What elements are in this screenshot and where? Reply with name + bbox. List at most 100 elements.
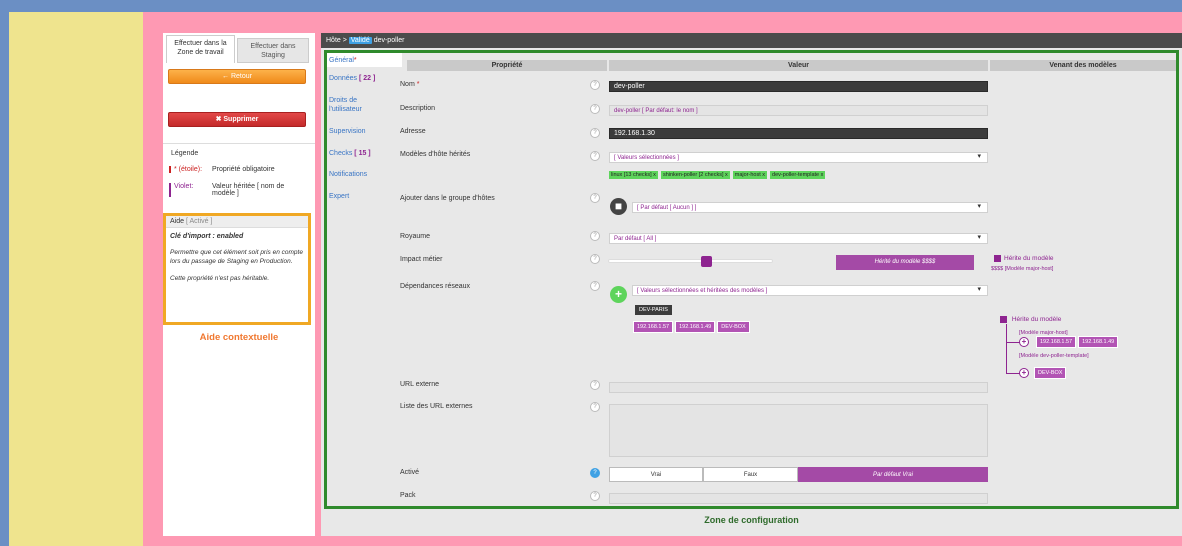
dependency-dark-tag[interactable]: DEV-PARIS: [635, 305, 672, 315]
groupe-select[interactable]: [ Par défaut [ Aucun ] ]: [632, 202, 988, 213]
legend-key: Violet:: [174, 183, 194, 190]
active-option-true[interactable]: Vrai: [609, 467, 703, 482]
legend-title: Légende: [171, 150, 199, 157]
left-panel: Effectuer dans la Zone de travail Effect…: [163, 33, 315, 536]
help-panel: Aide [ Activé ] Clé d'import : enabled P…: [163, 213, 311, 325]
dependency-tag[interactable]: 192.168.1.49: [675, 321, 716, 333]
help-icon[interactable]: ?: [590, 281, 600, 291]
impact-inherit-note: $$$$ [Modèle major-host]: [991, 266, 1054, 272]
label-dependances: Dépendances réseaux: [400, 283, 471, 290]
nav-item-notifications[interactable]: Notifications: [329, 170, 367, 179]
model-tag[interactable]: shinken-poller [2 checks] x: [660, 171, 730, 179]
status-badge: Validé: [348, 37, 372, 44]
label-pack: Pack: [400, 492, 416, 499]
main-panel: Hôte > Validé dev-poller Général* Donnée…: [321, 33, 1182, 536]
tab-workspace[interactable]: Effectuer dans la Zone de travail: [166, 35, 235, 63]
dependency-tag[interactable]: 192.168.1.57: [633, 321, 674, 333]
description-input[interactable]: dev-poller [ Par défaut: le nom ]: [609, 105, 988, 116]
dependency-tag[interactable]: 192.168.1.49: [1078, 336, 1119, 348]
help-icon[interactable]: ?: [590, 491, 600, 501]
nav-item-data[interactable]: Données [ 22 ]: [329, 74, 375, 83]
back-button[interactable]: ← Retour: [168, 69, 306, 84]
label-modeles: Modèles d'hôte hérités: [400, 151, 471, 158]
modeles-tags: linux [13 checks] x shinken-poller [2 che…: [609, 171, 828, 179]
tree-branch: [1006, 373, 1020, 374]
nav-item-general[interactable]: Général*: [327, 53, 402, 67]
help-icon[interactable]: ?: [590, 128, 600, 138]
adresse-input[interactable]: 192.168.1.30: [609, 128, 988, 139]
label-url: URL externe: [400, 381, 440, 388]
tree-inherit: Hérite du modèle: [1000, 316, 1140, 323]
help-text: Permettre que cet élément soit pris en c…: [170, 249, 303, 265]
breadcrumb-name: dev-poller: [373, 37, 405, 44]
nav-label: Données: [329, 75, 358, 82]
nav-count: [ 15 ]: [354, 150, 371, 157]
help-note: Cette propriété n'est pas héritable.: [170, 275, 270, 282]
dependency-tags: 192.168.1.57 192.168.1.49 DEV-BOX: [633, 321, 752, 333]
help-icon[interactable]: ?: [590, 231, 600, 241]
inherited-value-button[interactable]: Hérité du modèle $$$$: [836, 255, 974, 270]
add-icon[interactable]: +: [610, 286, 627, 303]
model-tag[interactable]: dev-poller-template x: [770, 171, 826, 179]
help-icon[interactable]: ?: [590, 254, 600, 264]
model-tag[interactable]: linux [13 checks] x: [609, 171, 658, 179]
help-state: [ Activé ]: [185, 218, 213, 225]
configuration-zone: Général* Données [ 22 ] Droits de l'util…: [324, 50, 1179, 509]
legend-value: Propriété obligatoire: [212, 166, 275, 173]
label-active: Activé: [400, 469, 420, 476]
help-icon[interactable]: ?: [590, 468, 600, 478]
nav-count: [ 22 ]: [358, 75, 376, 82]
royaume-select[interactable]: Par défaut [ All ]: [609, 233, 988, 244]
help-icon[interactable]: ?: [590, 193, 600, 203]
nav-item-supervision[interactable]: Supervision: [329, 127, 366, 136]
help-icon[interactable]: ?: [590, 402, 600, 412]
impact-inherit: Hérite du modèle: [994, 255, 1054, 262]
header-value: Valeur: [609, 60, 988, 71]
help-header: Aide [ Activé ]: [166, 216, 308, 228]
breadcrumb: Hôte > Validé dev-poller: [321, 33, 1182, 48]
pack-input[interactable]: [609, 493, 988, 504]
header-from-models: Venant des modèles: [990, 60, 1176, 71]
nav-item-expert[interactable]: Expert: [329, 192, 349, 201]
model-tag[interactable]: major-host x: [732, 171, 768, 179]
tab-staging[interactable]: Effectuer dans Staging: [237, 38, 309, 63]
url-input[interactable]: [609, 382, 988, 393]
label-impact: Impact métier: [400, 256, 443, 263]
active-option-default[interactable]: Par défaut Vrai: [798, 467, 988, 482]
dependency-tag[interactable]: 192.168.1.57: [1036, 336, 1077, 348]
inherit-checkbox[interactable]: [1000, 316, 1007, 323]
impact-slider[interactable]: [608, 256, 773, 267]
yellow-strip: [9, 12, 143, 546]
dependances-select[interactable]: [ Valeurs sélectionnées et héritées des …: [632, 285, 988, 296]
add-icon[interactable]: +: [1019, 368, 1029, 378]
add-icon[interactable]: +: [1019, 337, 1029, 347]
section-nav: Général* Données [ 22 ] Droits de l'util…: [327, 53, 402, 506]
delete-button[interactable]: ✖ Supprimer: [168, 112, 306, 127]
nom-input[interactable]: dev-poller: [609, 81, 988, 92]
header-property: Propriété: [407, 60, 607, 71]
action-tabs: Effectuer dans la Zone de travail Effect…: [163, 33, 315, 63]
help-icon[interactable]: ?: [590, 151, 600, 161]
inherit-checkbox[interactable]: [994, 255, 1001, 262]
help-icon[interactable]: ?: [590, 104, 600, 114]
dependency-tag[interactable]: DEV-BOX: [1034, 367, 1067, 379]
breadcrumb-prefix: Hôte >: [326, 37, 347, 44]
tree-line: [1006, 324, 1007, 374]
help-icon[interactable]: ?: [590, 380, 600, 390]
modeles-select[interactable]: [ Valeurs sélectionnées ]: [609, 152, 988, 163]
stop-icon[interactable]: ■: [610, 198, 627, 215]
url-list-textarea[interactable]: [609, 404, 988, 457]
tree-branch: [1006, 342, 1020, 343]
configuration-zone-label: Zone de configuration: [704, 515, 799, 525]
active-option-false[interactable]: Faux: [703, 467, 798, 482]
required-mark: *: [353, 57, 357, 64]
nav-item-checks[interactable]: Checks [ 15 ]: [329, 149, 371, 158]
legend-item-inherited: Violet: Valeur héritée [ nom de modèle ]: [169, 183, 292, 197]
nav-item-rights[interactable]: Droits de l'utilisateur: [329, 96, 369, 114]
label-groupe: Ajouter dans le groupe d'hôtes: [400, 195, 495, 202]
inherit-label: Hérite du modèle: [1011, 316, 1062, 324]
dependency-tag[interactable]: DEV-BOX: [717, 321, 750, 333]
slider-handle[interactable]: [701, 256, 713, 267]
help-icon[interactable]: ?: [590, 80, 600, 90]
divider: [163, 143, 315, 144]
